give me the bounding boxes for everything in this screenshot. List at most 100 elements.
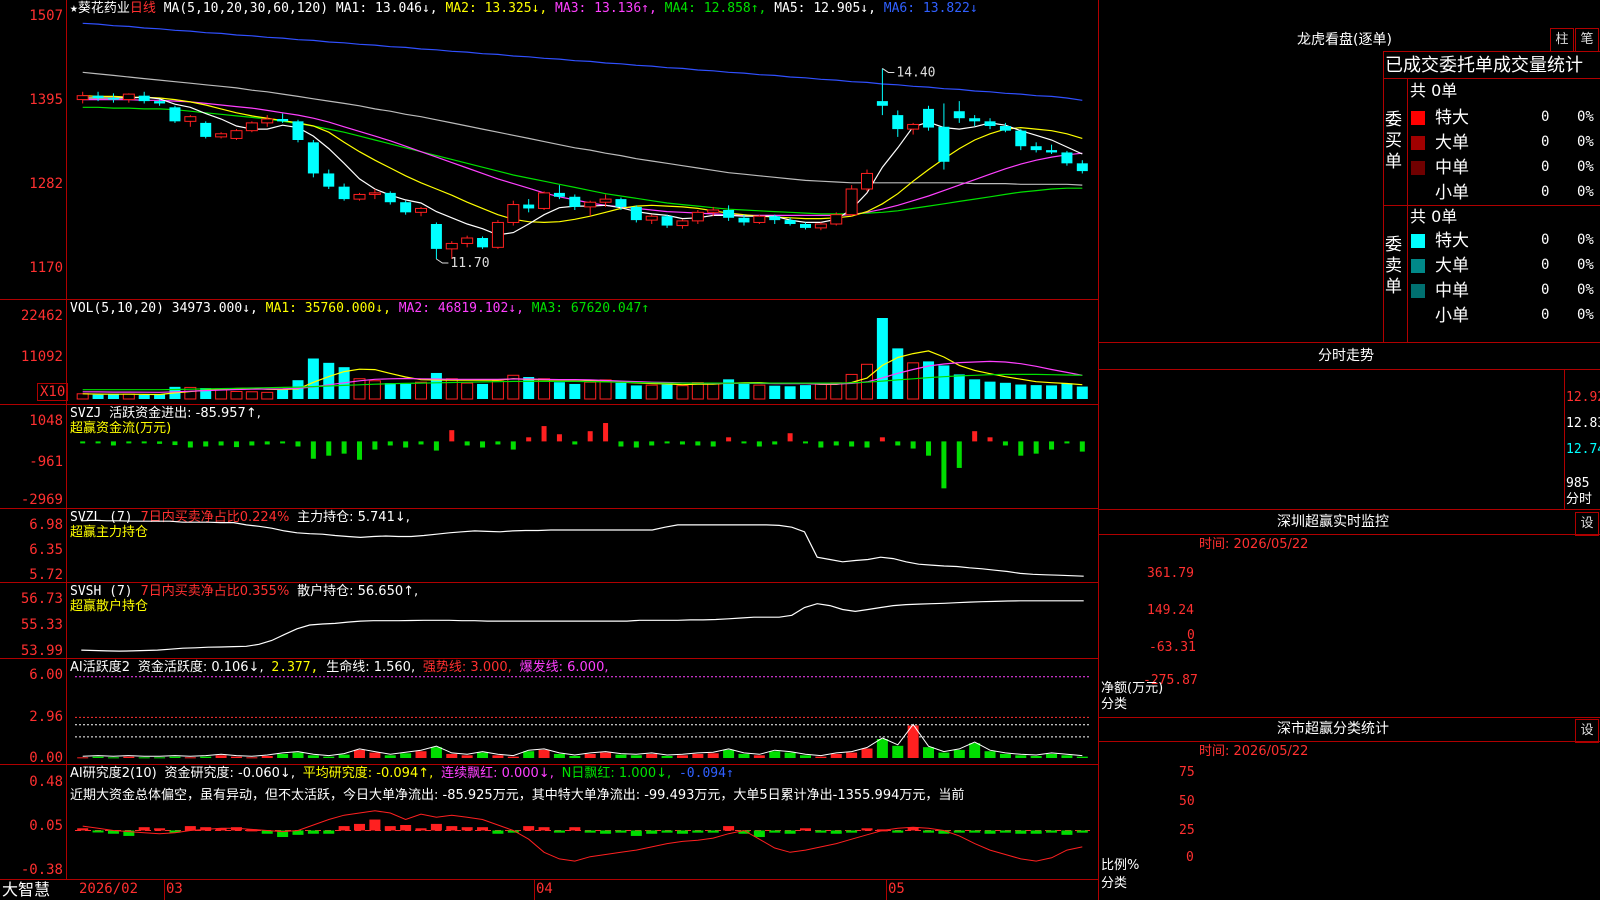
research-bar (1061, 830, 1073, 835)
candle-body (738, 217, 750, 223)
candle-body (230, 130, 243, 139)
fund-flow-bar (280, 441, 286, 444)
volume-bar (245, 391, 258, 400)
activity-bar (169, 756, 181, 758)
fund-flow-bar (649, 441, 655, 446)
ss-y-label: 50 (1179, 794, 1195, 809)
candle-body (907, 123, 920, 130)
candle-body (461, 237, 474, 244)
fund-flow-bar (341, 441, 347, 454)
candle-body (154, 101, 166, 104)
volume-bar (477, 383, 489, 399)
fund-flow-bar (126, 441, 132, 444)
volume-bar (569, 383, 581, 399)
low-label: 11.70 (450, 256, 489, 271)
fund-flow-bar (1002, 441, 1008, 446)
activity-bar (323, 756, 335, 758)
activity-bar (415, 751, 427, 758)
volume-bar (1015, 384, 1027, 399)
candle-body (876, 101, 888, 106)
candle-body (830, 214, 843, 225)
research-bar (400, 825, 412, 831)
research-bar (384, 826, 396, 831)
activity-bar (846, 752, 858, 758)
volume-bar (691, 382, 704, 400)
research-bar (799, 828, 811, 831)
fund-flow-bar (587, 431, 593, 442)
fund-flow-bar (387, 441, 393, 446)
fund-flow-bar (926, 441, 932, 456)
activity-bar (769, 751, 781, 758)
fund-flow-bar (1064, 441, 1070, 444)
fund-flow-bar (756, 441, 762, 447)
sz-time: 时间: 2026/05/22 (1199, 537, 1309, 552)
candle-body (138, 95, 150, 102)
tick-mode-button[interactable]: 笔 (1575, 28, 1599, 52)
ss-settings-button[interactable]: 设 (1575, 719, 1599, 743)
candle-body (215, 133, 228, 138)
research-bar (815, 830, 827, 833)
buy-value: 0 (1541, 134, 1550, 150)
research-bar (430, 823, 442, 831)
volume-bar (738, 382, 750, 399)
ss-y-label: 0 (1186, 850, 1194, 865)
fund-flow-bar (372, 441, 378, 450)
candle-body (368, 192, 381, 195)
candle-body (430, 224, 442, 249)
volume-bar (845, 373, 858, 400)
sell-pct: 0% (1577, 232, 1594, 248)
research-bar (415, 828, 427, 831)
buy-pct: 0% (1577, 159, 1594, 175)
ma5-line (82, 71, 1083, 186)
buy-label: 特大 (1435, 108, 1469, 128)
fund-flow-bar (572, 441, 578, 445)
fenshi-title: 分时走势 (1318, 348, 1374, 364)
bar-mode-button[interactable]: 柱 (1550, 28, 1574, 52)
sell-label: 特大 (1435, 231, 1469, 251)
candle-body (169, 107, 181, 122)
candle-body (676, 220, 689, 227)
fund-flow-bar (526, 437, 532, 442)
buy-row: 大单 0 0% (1408, 132, 1600, 154)
volume-bar (230, 390, 243, 400)
activity-bar (507, 756, 519, 758)
candle-body (107, 98, 119, 100)
sz-settings-button[interactable]: 设 (1575, 512, 1599, 536)
activity-bar (1046, 753, 1058, 758)
activity-bar (1076, 756, 1088, 758)
fund-flow-bar (787, 433, 793, 442)
activity-bar (723, 749, 735, 758)
candle-body (1061, 152, 1073, 164)
fund-flow-bar (710, 441, 716, 447)
research-bar (77, 828, 89, 831)
volume-bar (430, 372, 442, 399)
candle-body (799, 224, 811, 228)
candle-body (723, 210, 735, 218)
fund-flow-bar (1049, 441, 1055, 450)
candle-body (892, 115, 904, 130)
candle-body (200, 122, 212, 137)
research-bar (584, 830, 596, 833)
research-bar (1015, 830, 1027, 834)
stat-title: 已成交委托单成交量统计 (1385, 55, 1583, 76)
research-bar (323, 830, 335, 834)
volume-bar (999, 382, 1011, 399)
volume-bar (615, 382, 627, 399)
volume-bar (1076, 386, 1088, 399)
volume-bar (92, 394, 104, 399)
sz-monitor-title: 深圳超赢实时监控 (1277, 514, 1389, 530)
buy-row: 特大 0 0% (1408, 107, 1600, 129)
sell-value: 0 (1541, 282, 1550, 298)
candle-body (384, 192, 396, 203)
fund-flow-bar (726, 437, 732, 442)
fund-flow-bar (249, 441, 255, 446)
candle-body (477, 238, 489, 248)
sell-value: 0 (1541, 307, 1550, 323)
activity-bar (538, 749, 550, 758)
activity-bar (430, 747, 442, 758)
fenshi-price-label: 12.92 (1566, 390, 1600, 405)
fund-flow-bar (233, 441, 239, 448)
sell-value: 0 (1541, 257, 1550, 273)
sell-swatch (1411, 234, 1425, 248)
fund-flow-bar (95, 441, 101, 444)
